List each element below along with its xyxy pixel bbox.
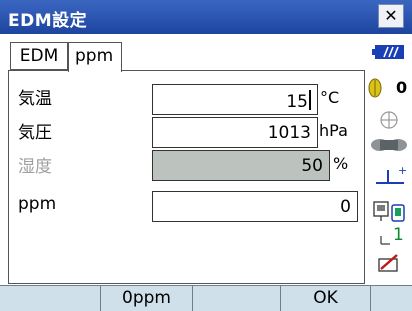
ppm-label: ppm xyxy=(18,194,57,214)
temperature-input[interactable]: 15 xyxy=(152,84,318,115)
pressure-input[interactable]: 1013 xyxy=(152,117,318,148)
memo-pen-icon[interactable] xyxy=(377,252,401,274)
pressure-value: 1013 xyxy=(267,123,311,143)
prism-target-icon[interactable] xyxy=(368,78,382,98)
status-column: 0 + 1 xyxy=(366,34,412,284)
close-button[interactable]: ✕ xyxy=(378,4,404,28)
window-title: EDM設定 xyxy=(8,11,88,31)
temperature-label: 気温 xyxy=(18,89,52,109)
softkey-zero-ppm[interactable]: 0ppm xyxy=(100,286,192,311)
close-icon: ✕ xyxy=(384,6,398,25)
title-bar: EDM設定 ✕ xyxy=(0,0,412,34)
softkey-bar: 0ppm OK xyxy=(0,285,412,311)
svg-text:+: + xyxy=(398,164,407,177)
crosshair-icon[interactable] xyxy=(379,110,399,130)
humidity-value: 50 xyxy=(301,156,323,176)
battery-icon[interactable] xyxy=(372,44,406,60)
softkey-1[interactable] xyxy=(0,286,100,311)
humidity-unit: % xyxy=(333,154,349,173)
softkey-ok[interactable]: OK xyxy=(280,286,370,311)
pressure-label: 気圧 xyxy=(18,123,52,143)
text-caret xyxy=(309,90,311,110)
humidity-label: 湿度 xyxy=(18,157,52,177)
softkey-3[interactable] xyxy=(192,286,280,311)
temperature-unit: °C xyxy=(320,88,340,107)
laser-icon[interactable] xyxy=(370,138,408,152)
tab-edm-label: EDM xyxy=(19,46,59,66)
softkey-5[interactable] xyxy=(370,286,412,311)
tab-edm[interactable]: EDM xyxy=(10,42,68,70)
ppm-input[interactable]: 0 xyxy=(152,191,358,222)
communication-icon[interactable] xyxy=(373,199,407,223)
edm-settings-screen: EDM設定 ✕ EDM ppm 気温 15 °C 気圧 1013 hPa 湿度 … xyxy=(0,0,412,311)
temperature-value: 15 xyxy=(286,90,311,112)
humidity-input: 50 xyxy=(152,150,330,181)
tab-ppm-label: ppm xyxy=(75,46,114,66)
prism-constant-value: 0 xyxy=(396,78,408,97)
signal-count: 1 xyxy=(393,225,404,245)
tab-ppm[interactable]: ppm xyxy=(68,42,122,72)
tilt-icon[interactable]: + xyxy=(374,164,408,186)
ppm-value: 0 xyxy=(340,197,351,217)
signal-icon xyxy=(380,236,390,245)
pressure-unit: hPa xyxy=(319,121,348,140)
